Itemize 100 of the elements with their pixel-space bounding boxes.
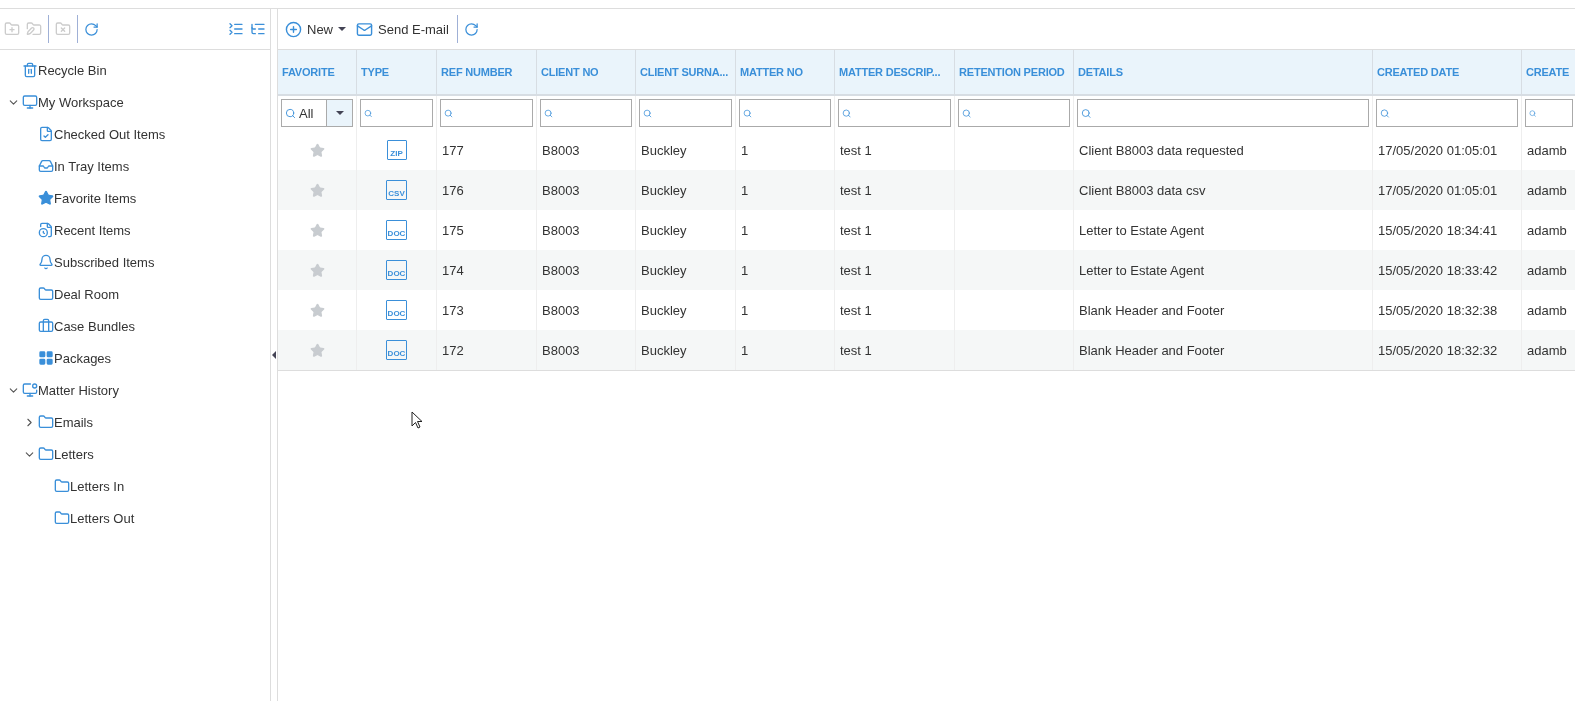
table-cell: Letter to Estate Agent: [1074, 250, 1373, 290]
delete-folder-icon[interactable]: [55, 21, 71, 37]
tree-item[interactable]: Matter History: [38, 382, 119, 398]
file-check-icon: [38, 126, 54, 142]
search-icon: [643, 107, 652, 119]
plus-circle-icon: [285, 20, 302, 38]
dropdown-button[interactable]: [326, 100, 352, 126]
filter-field[interactable]: [540, 99, 632, 127]
folder-icon: [54, 510, 70, 526]
search-icon: [842, 107, 852, 119]
star-icon[interactable]: [309, 182, 325, 198]
collapse-tree-icon[interactable]: [228, 21, 244, 37]
search-icon: [544, 107, 553, 119]
table-cell: 174: [437, 250, 537, 290]
refresh-icon[interactable]: [84, 21, 99, 37]
search-icon: [364, 107, 373, 119]
inbox-icon: [38, 158, 54, 174]
star-icon[interactable]: [309, 222, 325, 238]
table-cell: 1: [736, 330, 835, 370]
table-cell: 17/05/2020 01:05:01: [1373, 170, 1522, 210]
file-icon: DOC: [385, 260, 408, 280]
monitor-icon: [22, 94, 38, 110]
filter-field[interactable]: [360, 99, 433, 127]
folder-icon: [54, 478, 70, 494]
filter-field[interactable]: [838, 99, 951, 127]
briefcase-icon: [38, 318, 54, 334]
search-icon: [285, 107, 296, 119]
search-icon: [444, 107, 453, 119]
table-cell: Blank Header and Footer: [1074, 330, 1373, 370]
filter-field[interactable]: [739, 99, 831, 127]
tree-item[interactable]: Deal Room: [54, 286, 120, 302]
folder-icon: [38, 414, 54, 430]
tree-item[interactable]: Recycle Bin: [38, 62, 107, 78]
file-icon: DOC: [385, 340, 408, 360]
tree-item[interactable]: Letters Out: [70, 510, 135, 526]
file-icon: CSV: [386, 180, 407, 200]
table-cell: Buckley: [636, 250, 736, 290]
tree-item[interactable]: Subscribed Items: [54, 254, 155, 270]
search-icon: [962, 107, 972, 119]
grid-icon: [38, 350, 54, 366]
expand-tree-icon[interactable]: [250, 21, 266, 37]
tree-item[interactable]: In Tray Items: [54, 158, 130, 174]
tree-item[interactable]: Packages: [54, 350, 112, 366]
star-icon[interactable]: [309, 342, 325, 358]
tree-item[interactable]: Letters In: [70, 478, 125, 494]
tree-item[interactable]: Recent Items: [54, 222, 131, 238]
file-clock-icon: [38, 222, 54, 238]
tree-item[interactable]: Case Bundles: [54, 318, 135, 334]
filter-field[interactable]: [1525, 99, 1573, 127]
monitor-icon: [22, 382, 38, 398]
table-cell: B8003: [537, 250, 636, 290]
new-button[interactable]: New: [283, 18, 348, 40]
filter-field[interactable]: [958, 99, 1070, 127]
filter-field[interactable]: [1077, 99, 1369, 127]
star-icon[interactable]: [309, 302, 325, 318]
star-icon[interactable]: [309, 262, 325, 278]
filter-field[interactable]: [1376, 99, 1518, 127]
tree-item[interactable]: Favorite Items: [54, 190, 137, 206]
table-cell: 1: [736, 170, 835, 210]
add-folder-icon[interactable]: [4, 21, 20, 37]
file-icon: DOC: [385, 220, 408, 240]
table-cell: adamb: [1522, 330, 1575, 370]
table-cell: test 1: [835, 330, 955, 370]
table-cell: 172: [437, 330, 537, 370]
table-cell: adamb: [1522, 250, 1575, 290]
search-icon: [1529, 107, 1537, 119]
refresh-icon[interactable]: [463, 21, 479, 37]
table-cell: adamb: [1522, 170, 1575, 210]
table-cell: 15/05/2020 18:32:32: [1373, 330, 1522, 370]
edit-folder-icon[interactable]: [26, 21, 42, 37]
star-icon[interactable]: [309, 142, 325, 158]
tree-item[interactable]: My Workspace: [38, 94, 124, 110]
folder-icon: [38, 286, 54, 302]
favorite-filter-dropdown[interactable]: All: [281, 99, 353, 127]
table-cell: 176: [437, 170, 537, 210]
table-cell: 1: [736, 250, 835, 290]
mouse-pointer-icon: [411, 411, 423, 430]
trash-icon: [22, 62, 38, 78]
table-cell: B8003: [537, 330, 636, 370]
send-email-button[interactable]: Send E-mail: [354, 18, 451, 40]
filter-field[interactable]: [440, 99, 533, 127]
table-cell: B8003: [537, 170, 636, 210]
table-cell: Buckley: [636, 330, 736, 370]
star-icon: [38, 190, 54, 206]
tree-item[interactable]: Checked Out Items: [54, 126, 166, 142]
tree-item[interactable]: Emails: [54, 414, 93, 430]
table-cell: Buckley: [636, 170, 736, 210]
tree-item[interactable]: Letters: [54, 446, 94, 462]
table-cell: test 1: [835, 250, 955, 290]
folder-icon: [38, 446, 54, 462]
bell-icon: [38, 254, 54, 270]
search-icon: [1081, 107, 1092, 119]
mail-icon: [356, 20, 373, 38]
search-icon: [1380, 107, 1390, 119]
filter-field[interactable]: [639, 99, 732, 127]
table-cell: Client B8003 data csv: [1074, 170, 1373, 210]
file-icon: ZIP: [386, 140, 407, 160]
search-icon: [743, 107, 752, 119]
file-icon: DOC: [385, 300, 408, 320]
table-cell: test 1: [835, 170, 955, 210]
